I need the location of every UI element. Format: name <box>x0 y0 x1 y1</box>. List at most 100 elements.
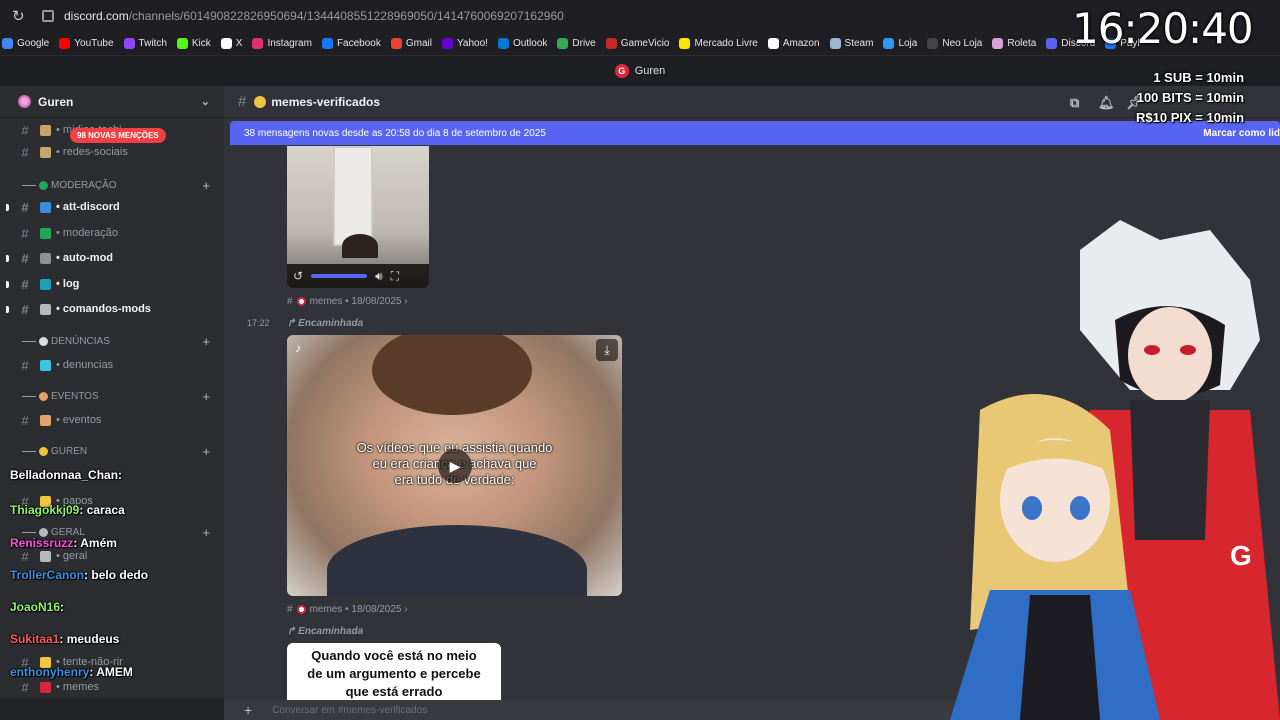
meme-image[interactable]: Quando você está no meio de um argumento… <box>287 643 501 703</box>
rate-pix: R$10 PIX = 10min <box>1136 110 1245 125</box>
chat-message: Sukitaa1: meudeus <box>10 632 120 646</box>
bookmark-label: Yahoo! <box>456 38 488 49</box>
play-icon[interactable]: ▶ <box>438 449 472 483</box>
add-channel-icon[interactable]: + <box>202 389 210 404</box>
bookmark-facebook[interactable]: Facebook <box>321 38 381 49</box>
reload-icon[interactable]: ↻ <box>12 7 32 25</box>
app-title: Guren <box>634 65 666 77</box>
add-channel-icon[interactable]: + <box>202 178 210 193</box>
chat-message: TrollerCanon: belo dedo <box>10 568 149 582</box>
chat-text: belo dedo <box>91 568 149 582</box>
url-text[interactable]: discord.com/channels/601490822826950694/… <box>64 9 564 23</box>
bookmark-label: Mercado Livre <box>694 38 758 49</box>
bookmark-youtube[interactable]: YouTube <box>59 38 114 49</box>
new-messages-bar[interactable]: 38 mensagens novas desde as 20:58 do dia… <box>230 121 1280 145</box>
url-path: /channels/601490822826950694/13444085512… <box>128 9 564 23</box>
bookmark-roleta[interactable]: Roleta <box>992 38 1036 49</box>
bell-icon[interactable]: 🔔︎ <box>1098 95 1115 110</box>
video-attachment[interactable]: ↺ 🔊︎ ⛶ <box>287 146 429 288</box>
hash-icon: # <box>287 296 293 307</box>
bookmark-drive[interactable]: Drive <box>557 38 596 49</box>
subathon-rates: 1 SUB = 10min 100 BITS = 10min R$10 PIX … <box>1136 68 1244 128</box>
channel-emoji-icon <box>296 605 306 614</box>
channel-item-memes[interactable]: # • memes <box>0 676 224 698</box>
server-name: Guren <box>38 94 74 109</box>
bookmark-loja[interactable]: Loja <box>883 38 917 49</box>
channel-item-redes-sociais[interactable]: # • redes-sociais <box>0 141 224 163</box>
threads-icon[interactable]: ⧉ <box>1070 95 1084 110</box>
channel-item-modera-o[interactable]: # • moderação <box>0 222 224 244</box>
bookmark-neo-loja[interactable]: Neo Loja <box>927 38 982 49</box>
hash-icon: # <box>21 250 29 266</box>
bookmark-instagram[interactable]: Instagram <box>252 38 312 49</box>
channel-emoji-icon <box>40 303 51 315</box>
chat-username: Sukitaa1 <box>10 632 60 646</box>
hash-icon: # <box>238 93 247 110</box>
bookmark-favicon-icon <box>679 38 691 49</box>
hash-icon: # <box>21 122 29 138</box>
volume-icon[interactable]: 🔊︎ <box>375 269 383 284</box>
channel-emoji-icon <box>40 227 51 239</box>
category-guren[interactable]: GUREN + <box>0 442 224 460</box>
bookmark-favicon-icon <box>252 38 264 49</box>
forward-source[interactable]: # memes • 18/08/2025 › <box>287 604 408 615</box>
mark-as-read-button[interactable]: Marcar como lid <box>1203 128 1280 139</box>
channel-item-att-discord[interactable]: # • att-discord <box>0 196 224 218</box>
bookmark-favicon-icon <box>1046 38 1058 49</box>
hash-icon: # <box>21 225 29 241</box>
add-channel-icon[interactable]: + <box>202 334 210 349</box>
add-attachment-icon[interactable]: + <box>244 702 252 718</box>
server-header[interactable]: Guren ⌄ <box>0 86 224 118</box>
download-icon[interactable]: ⤓ <box>596 339 618 361</box>
bookmark-label: Google <box>17 38 50 49</box>
unread-indicator <box>6 203 9 211</box>
replay-icon[interactable]: ↺ <box>293 269 303 283</box>
channel-emoji-icon <box>40 252 51 264</box>
hash-icon: # <box>21 679 29 695</box>
channel-item-denuncias[interactable]: # • denuncias <box>0 354 224 376</box>
category-moderação[interactable]: MODERAÇÃO + <box>0 176 224 194</box>
channel-item-eventos[interactable]: # • eventos <box>0 409 224 431</box>
bookmark-yahoo-[interactable]: Yahoo! <box>441 38 488 49</box>
bookmark-label: Drive <box>572 38 596 49</box>
bookmark-x[interactable]: X <box>220 38 242 49</box>
boy-face <box>1128 307 1212 403</box>
channel-item-auto-mod[interactable]: # • auto-mod <box>0 247 224 269</box>
chat-text: AMEM <box>96 665 133 679</box>
channel-emoji-icon <box>40 146 51 158</box>
bookmark-kick[interactable]: Kick <box>176 38 211 49</box>
hash-icon: # <box>21 144 29 160</box>
category-divider <box>22 184 36 186</box>
bookmark-steam[interactable]: Steam <box>829 38 873 49</box>
chat-message: JoaoN16: <box>10 600 65 614</box>
bookmark-gmail[interactable]: Gmail <box>390 38 432 49</box>
site-info-icon[interactable] <box>42 10 54 22</box>
category-eventos[interactable]: EVENTOS + <box>0 387 224 405</box>
tiktok-video[interactable]: ♪ ⤓ Os vídeos que eu assistia quando eu … <box>287 335 622 596</box>
bookmark-label: GameVicio <box>620 38 670 49</box>
channel-emoji-icon <box>40 681 51 693</box>
bookmark-outlook[interactable]: Outlook <box>497 38 547 49</box>
new-mentions-pill[interactable]: 98 NOVAS MENÇÕES <box>70 128 166 143</box>
add-channel-icon[interactable]: + <box>202 525 210 540</box>
channel-item-log[interactable]: # • log <box>0 273 224 295</box>
bookmark-google[interactable]: Google <box>2 38 49 49</box>
app-title-bar: G Guren <box>0 56 1280 86</box>
bookmark-favicon-icon <box>883 38 895 49</box>
bookmark-favicon-icon <box>497 38 509 49</box>
video-progress-bar[interactable] <box>311 274 368 278</box>
bookmark-gamevicio[interactable]: GameVicio <box>605 38 670 49</box>
category-emoji-icon <box>39 180 48 190</box>
category-denúncias[interactable]: DENÚNCIAS + <box>0 332 224 350</box>
bookmark-amazon[interactable]: Amazon <box>767 38 820 49</box>
url-domain: discord.com <box>64 9 129 23</box>
channel-item-comandos-mods[interactable]: # • comandos-mods <box>0 298 224 320</box>
bookmark-favicon-icon <box>176 38 188 49</box>
add-channel-icon[interactable]: + <box>202 444 210 459</box>
bookmark-twitch[interactable]: Twitch <box>123 38 167 49</box>
bookmark-mercado-livre[interactable]: Mercado Livre <box>679 38 758 49</box>
chevron-down-icon[interactable]: ⌄ <box>201 95 210 108</box>
channel-emoji-icon <box>40 414 51 426</box>
fullscreen-icon[interactable]: ⛶ <box>391 269 399 284</box>
forward-source[interactable]: # memes • 18/08/2025 › <box>287 296 408 307</box>
